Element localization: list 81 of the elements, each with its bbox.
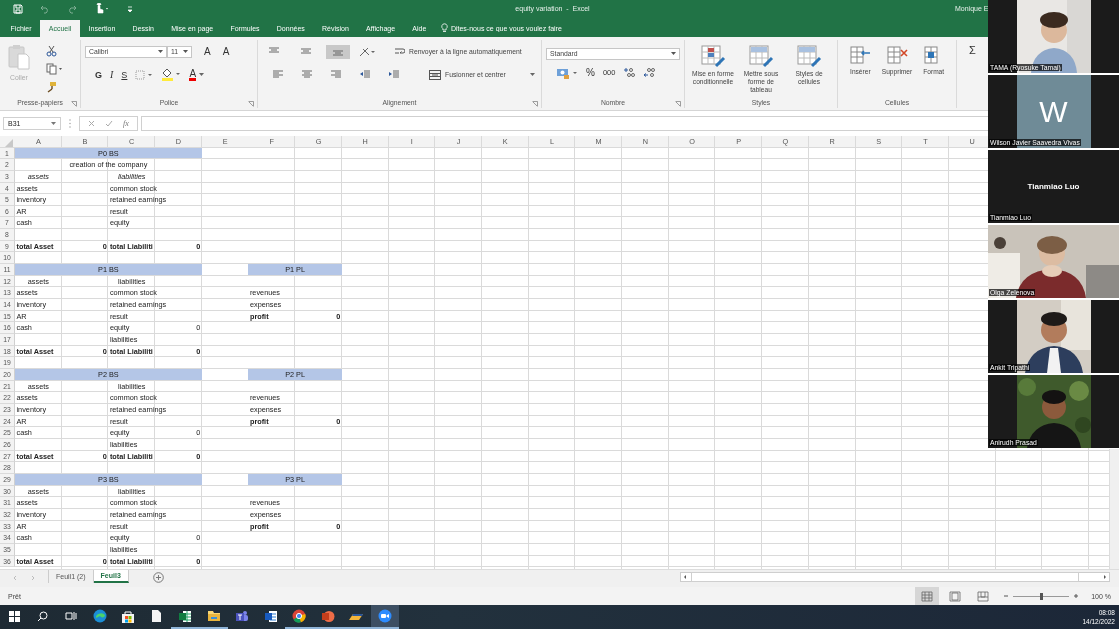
people-icon	[235, 609, 250, 623]
borders-icon[interactable]	[135, 69, 154, 80]
dropdown-caret-icon	[51, 121, 56, 125]
scroll-right-icon[interactable]	[1101, 573, 1109, 582]
insert-function-button[interactable]: fx	[123, 118, 129, 128]
bold-button[interactable]: G	[95, 69, 102, 80]
undo-icon[interactable]	[40, 3, 50, 14]
dropdown-caret-icon	[183, 50, 188, 54]
dropdown-caret-icon	[671, 52, 676, 56]
align-lines-icon[interactable]	[301, 70, 313, 80]
align-lines-icon	[300, 47, 312, 57]
document-icon	[151, 609, 163, 623]
format-painter-icon[interactable]	[46, 80, 57, 93]
align-lines-icon[interactable]	[330, 70, 342, 80]
globe-icon	[92, 609, 107, 623]
zoom-in-icon[interactable]	[1073, 593, 1080, 599]
grow-font-button[interactable]: A	[204, 46, 211, 58]
merge-cells-icon	[429, 69, 441, 80]
video-call-icon	[377, 609, 392, 623]
browser-icon	[292, 609, 307, 623]
zoom-out-icon[interactable]	[1003, 593, 1010, 599]
search-icon	[37, 610, 49, 622]
italic-button[interactable]: I	[110, 69, 114, 81]
shrink-font-button[interactable]: A	[222, 46, 230, 58]
align-lines-icon	[332, 47, 344, 57]
underline-button[interactable]: S	[121, 69, 128, 80]
autosum-button[interactable]: Σ	[969, 43, 976, 56]
formula-input[interactable]	[140, 115, 988, 131]
font-color-button[interactable]: A	[189, 68, 197, 81]
cancel-icon[interactable]	[88, 119, 95, 127]
add-sheet-icon[interactable]	[152, 572, 164, 584]
decrease-decimal-icon[interactable]	[643, 67, 656, 79]
vertical-scrollbar[interactable]	[1109, 448, 1119, 570]
presentation-icon	[320, 609, 335, 623]
horizontal-scrollbar[interactable]	[680, 572, 1110, 583]
clipboard-icon	[8, 43, 30, 70]
table-rows-icon	[848, 43, 873, 66]
percent-button[interactable]: %	[586, 67, 595, 79]
currency-icon[interactable]	[556, 66, 578, 79]
table-rows-icon	[885, 43, 909, 66]
fill-color-icon[interactable]	[161, 68, 182, 82]
page-break-icon	[977, 590, 990, 602]
page-layout-icon	[949, 590, 962, 602]
save-icon[interactable]	[13, 3, 23, 14]
copy-icon[interactable]	[46, 62, 63, 75]
scissors-icon[interactable]	[46, 44, 57, 57]
dialog-launcher-icon[interactable]	[675, 100, 681, 107]
dialog-launcher-icon[interactable]	[71, 100, 77, 107]
dropdown-caret-icon	[158, 50, 163, 54]
styled-table-icon	[748, 43, 774, 68]
start-icon	[8, 610, 20, 622]
task-view-icon	[65, 611, 78, 621]
drag-handle-icon	[69, 118, 71, 128]
pen-tool-icon	[348, 611, 365, 621]
decrease-indent-icon[interactable]	[359, 70, 371, 80]
styled-table-icon	[796, 43, 822, 68]
touch-mode-icon[interactable]	[94, 3, 110, 15]
folder-icon	[206, 610, 221, 622]
increase-indent-icon[interactable]	[388, 70, 400, 80]
dialog-launcher-icon[interactable]	[248, 100, 254, 107]
lightbulb-icon	[440, 23, 448, 34]
participant-display-name: Tianmiao Luo	[1027, 182, 1080, 191]
dropdown-caret-icon	[529, 73, 535, 77]
redo-icon[interactable]	[67, 3, 77, 14]
increase-decimal-icon[interactable]	[623, 67, 636, 79]
styled-table-icon	[700, 43, 726, 68]
wrap-text-icon	[394, 46, 405, 57]
view-button[interactable]	[915, 587, 940, 605]
spreadsheet-icon	[178, 609, 193, 623]
orientation-icon[interactable]	[358, 45, 376, 58]
enter-icon[interactable]	[105, 119, 113, 127]
align-lines-icon[interactable]	[272, 70, 284, 80]
customize-icon[interactable]	[127, 4, 133, 13]
avatar-initial: W	[1039, 94, 1068, 129]
dropdown-caret-icon	[199, 73, 205, 77]
shopping-bag-icon	[121, 609, 136, 623]
dialog-launcher-icon[interactable]	[532, 100, 538, 107]
document-icon	[263, 609, 278, 623]
taskbar-button[interactable]	[370, 605, 399, 629]
vertical-align-button[interactable]	[326, 44, 350, 59]
grid-view-icon	[921, 590, 934, 602]
